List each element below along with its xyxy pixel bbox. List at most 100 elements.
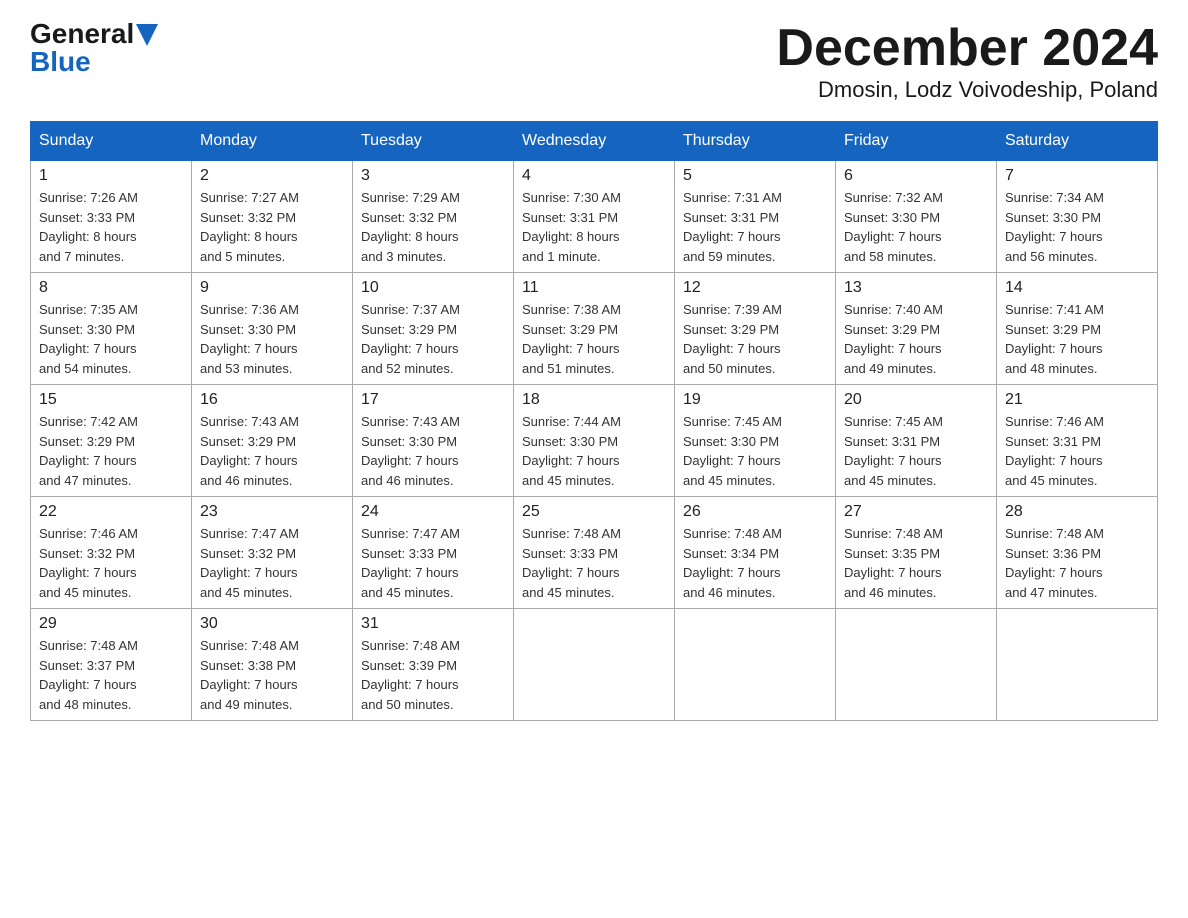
table-row: 6 Sunrise: 7:32 AMSunset: 3:30 PMDaylight…: [836, 161, 997, 273]
day-number: 9: [200, 279, 344, 297]
day-info: Sunrise: 7:45 AMSunset: 3:31 PMDaylight:…: [844, 412, 988, 490]
table-row: 1 Sunrise: 7:26 AMSunset: 3:33 PMDaylight…: [31, 161, 192, 273]
day-info: Sunrise: 7:44 AMSunset: 3:30 PMDaylight:…: [522, 412, 666, 490]
day-number: 22: [39, 503, 183, 521]
col-sunday: Sunday: [31, 122, 192, 161]
table-row: 24Sunrise: 7:47 AMSunset: 3:33 PMDayligh…: [353, 497, 514, 609]
col-tuesday: Tuesday: [353, 122, 514, 161]
table-row: [997, 609, 1158, 721]
table-row: 21 Sunrise: 7:46 AMSunset: 3:31 PMDayligh…: [997, 385, 1158, 497]
table-row: 12Sunrise: 7:39 AMSunset: 3:29 PMDayligh…: [675, 273, 836, 385]
day-number: 2: [200, 167, 344, 185]
day-number: 28: [1005, 503, 1149, 521]
day-number: 1: [39, 167, 183, 185]
col-monday: Monday: [192, 122, 353, 161]
day-info: Sunrise: 7:34 AMSunset: 3:30 PMDaylight:…: [1005, 188, 1149, 266]
table-row: [675, 609, 836, 721]
day-info: Sunrise: 7:36 AMSunset: 3:30 PMDaylight:…: [200, 300, 344, 378]
col-saturday: Saturday: [997, 122, 1158, 161]
table-row: 20 Sunrise: 7:45 AMSunset: 3:31 PMDayligh…: [836, 385, 997, 497]
day-number: 30: [200, 615, 344, 633]
page-title: December 2024: [776, 20, 1158, 77]
day-number: 7: [1005, 167, 1149, 185]
day-number: 16: [200, 391, 344, 409]
day-number: 5: [683, 167, 827, 185]
logo: General Blue: [30, 20, 158, 76]
table-row: 9 Sunrise: 7:36 AMSunset: 3:30 PMDaylight…: [192, 273, 353, 385]
day-info: Sunrise: 7:31 AMSunset: 3:31 PMDaylight:…: [683, 188, 827, 266]
day-number: 13: [844, 279, 988, 297]
day-number: 17: [361, 391, 505, 409]
day-info: Sunrise: 7:26 AMSunset: 3:33 PMDaylight:…: [39, 188, 183, 266]
table-row: 26 Sunrise: 7:48 AMSunset: 3:34 PMDayligh…: [675, 497, 836, 609]
table-row: 3 Sunrise: 7:29 AMSunset: 3:32 PMDaylight…: [353, 161, 514, 273]
table-row: 7 Sunrise: 7:34 AMSunset: 3:30 PMDaylight…: [997, 161, 1158, 273]
day-number: 21: [1005, 391, 1149, 409]
col-friday: Friday: [836, 122, 997, 161]
day-info: Sunrise: 7:45 AMSunset: 3:30 PMDaylight:…: [683, 412, 827, 490]
table-row: 4 Sunrise: 7:30 AMSunset: 3:31 PMDaylight…: [514, 161, 675, 273]
day-info: Sunrise: 7:29 AMSunset: 3:32 PMDaylight:…: [361, 188, 505, 266]
day-info: Sunrise: 7:35 AMSunset: 3:30 PMDaylight:…: [39, 300, 183, 378]
day-number: 8: [39, 279, 183, 297]
day-number: 23: [200, 503, 344, 521]
calendar-table: Sunday Monday Tuesday Wednesday Thursday…: [30, 121, 1158, 721]
day-number: 20: [844, 391, 988, 409]
day-number: 11: [522, 279, 666, 297]
table-row: 5 Sunrise: 7:31 AMSunset: 3:31 PMDaylight…: [675, 161, 836, 273]
day-info: Sunrise: 7:43 AMSunset: 3:30 PMDaylight:…: [361, 412, 505, 490]
day-info: Sunrise: 7:37 AMSunset: 3:29 PMDaylight:…: [361, 300, 505, 378]
title-block: December 2024 Dmosin, Lodz Voivodeship, …: [776, 20, 1158, 103]
table-row: 11 Sunrise: 7:38 AMSunset: 3:29 PMDayligh…: [514, 273, 675, 385]
day-info: Sunrise: 7:43 AMSunset: 3:29 PMDaylight:…: [200, 412, 344, 490]
page-subtitle: Dmosin, Lodz Voivodeship, Poland: [776, 77, 1158, 103]
day-number: 6: [844, 167, 988, 185]
table-row: 15Sunrise: 7:42 AMSunset: 3:29 PMDayligh…: [31, 385, 192, 497]
day-info: Sunrise: 7:32 AMSunset: 3:30 PMDaylight:…: [844, 188, 988, 266]
table-row: 31Sunrise: 7:48 AMSunset: 3:39 PMDayligh…: [353, 609, 514, 721]
table-row: 27Sunrise: 7:48 AMSunset: 3:35 PMDayligh…: [836, 497, 997, 609]
table-row: [836, 609, 997, 721]
day-info: Sunrise: 7:38 AMSunset: 3:29 PMDaylight:…: [522, 300, 666, 378]
day-info: Sunrise: 7:48 AMSunset: 3:35 PMDaylight:…: [844, 524, 988, 602]
table-row: 16 Sunrise: 7:43 AMSunset: 3:29 PMDayligh…: [192, 385, 353, 497]
logo-blue-text: Blue: [30, 48, 91, 76]
day-info: Sunrise: 7:48 AMSunset: 3:34 PMDaylight:…: [683, 524, 827, 602]
table-row: 29 Sunrise: 7:48 AMSunset: 3:37 PMDayligh…: [31, 609, 192, 721]
col-wednesday: Wednesday: [514, 122, 675, 161]
day-info: Sunrise: 7:41 AMSunset: 3:29 PMDaylight:…: [1005, 300, 1149, 378]
table-row: 13 Sunrise: 7:40 AMSunset: 3:29 PMDayligh…: [836, 273, 997, 385]
table-row: 28Sunrise: 7:48 AMSunset: 3:36 PMDayligh…: [997, 497, 1158, 609]
day-number: 18: [522, 391, 666, 409]
table-row: 18 Sunrise: 7:44 AMSunset: 3:30 PMDayligh…: [514, 385, 675, 497]
table-row: 23 Sunrise: 7:47 AMSunset: 3:32 PMDayligh…: [192, 497, 353, 609]
table-row: 17 Sunrise: 7:43 AMSunset: 3:30 PMDayligh…: [353, 385, 514, 497]
table-row: 30 Sunrise: 7:48 AMSunset: 3:38 PMDayligh…: [192, 609, 353, 721]
logo-general-text: General: [30, 20, 134, 48]
day-number: 25: [522, 503, 666, 521]
day-number: 24: [361, 503, 505, 521]
day-info: Sunrise: 7:48 AMSunset: 3:37 PMDaylight:…: [39, 636, 183, 714]
table-row: 19Sunrise: 7:45 AMSunset: 3:30 PMDayligh…: [675, 385, 836, 497]
day-info: Sunrise: 7:48 AMSunset: 3:33 PMDaylight:…: [522, 524, 666, 602]
day-info: Sunrise: 7:46 AMSunset: 3:31 PMDaylight:…: [1005, 412, 1149, 490]
day-info: Sunrise: 7:39 AMSunset: 3:29 PMDaylight:…: [683, 300, 827, 378]
day-number: 29: [39, 615, 183, 633]
day-number: 4: [522, 167, 666, 185]
day-info: Sunrise: 7:40 AMSunset: 3:29 PMDaylight:…: [844, 300, 988, 378]
day-info: Sunrise: 7:47 AMSunset: 3:32 PMDaylight:…: [200, 524, 344, 602]
day-number: 15: [39, 391, 183, 409]
day-info: Sunrise: 7:46 AMSunset: 3:32 PMDaylight:…: [39, 524, 183, 602]
day-number: 3: [361, 167, 505, 185]
day-info: Sunrise: 7:48 AMSunset: 3:38 PMDaylight:…: [200, 636, 344, 714]
table-row: 10Sunrise: 7:37 AMSunset: 3:29 PMDayligh…: [353, 273, 514, 385]
col-thursday: Thursday: [675, 122, 836, 161]
day-info: Sunrise: 7:30 AMSunset: 3:31 PMDaylight:…: [522, 188, 666, 266]
table-row: 2Sunrise: 7:27 AMSunset: 3:32 PMDaylight…: [192, 161, 353, 273]
day-number: 31: [361, 615, 505, 633]
table-row: [514, 609, 675, 721]
day-number: 26: [683, 503, 827, 521]
table-row: 14 Sunrise: 7:41 AMSunset: 3:29 PMDayligh…: [997, 273, 1158, 385]
day-number: 14: [1005, 279, 1149, 297]
calendar-header-row: Sunday Monday Tuesday Wednesday Thursday…: [31, 122, 1158, 161]
